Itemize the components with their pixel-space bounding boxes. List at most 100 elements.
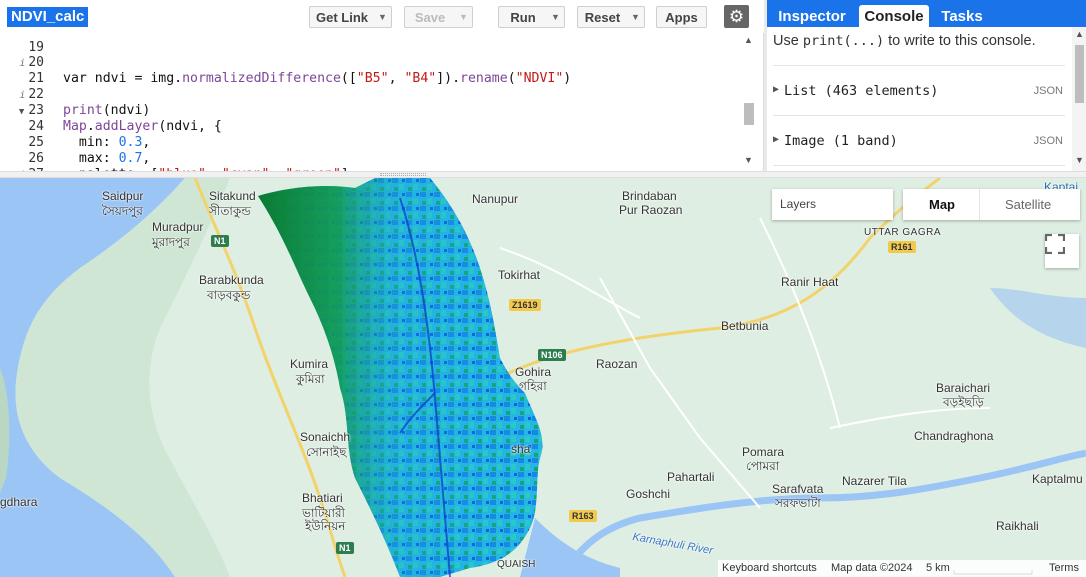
get-link-dropdown[interactable]: ▼ [374, 6, 392, 28]
console-hint: Use print(...) to write to this console. [773, 33, 1036, 49]
place-label: sha [511, 442, 531, 456]
chevron-down-icon: ▼ [378, 12, 387, 22]
script-title[interactable]: NDVI_calc [7, 7, 89, 27]
console-item[interactable]: ▶ List (463 elements) JSON [773, 83, 1065, 103]
place-label: কুমিরা [296, 372, 325, 386]
place-label: Betbunia [721, 319, 769, 333]
place-label: Bhatiari [302, 491, 343, 505]
map-type-map-button[interactable]: Map [929, 197, 955, 212]
place-label: মুরাদপুর [152, 235, 190, 249]
place-label: UTTAR GAGRA [864, 227, 941, 238]
terms-link[interactable]: Terms [1049, 562, 1079, 574]
map-type-satellite-button[interactable]: Satellite [1005, 197, 1051, 212]
place-label: Nazarer Tila [842, 474, 907, 488]
divider [979, 189, 980, 220]
get-link-button[interactable]: Get Link [309, 6, 375, 28]
code-toolbar: NDVI_calc Get Link ▼ Save ▼ Run ▼ Reset … [0, 0, 764, 33]
map-data-label: Map data ©2024 [831, 562, 913, 574]
scroll-down-icon[interactable]: ▼ [744, 155, 753, 165]
json-link[interactable]: JSON [1034, 135, 1063, 147]
map-type-control: Map Satellite [903, 189, 1080, 220]
place-label: ইউনিয়ন [305, 519, 346, 533]
code-area[interactable]: 19 i 20 var ndvi = img.normalizedDifferen… [0, 33, 740, 171]
scroll-thumb[interactable] [1075, 45, 1084, 103]
horizontal-splitter[interactable] [0, 171, 1086, 178]
divider [773, 115, 1065, 116]
gear-icon: ⚙ [728, 6, 745, 26]
apps-button[interactable]: Apps [656, 6, 707, 28]
right-panel: Inspector Console Tasks Use print(...) t… [767, 0, 1086, 171]
scroll-down-icon[interactable]: ▼ [1075, 155, 1084, 165]
json-link[interactable]: JSON [1034, 85, 1063, 97]
place-label: Ranir Haat [781, 275, 839, 289]
tab-console[interactable]: Console [859, 5, 929, 27]
place-label: QUAISH [497, 559, 536, 570]
expand-icon[interactable]: ▶ [773, 84, 779, 95]
place-label: Chandraghona [914, 429, 994, 443]
code-line: ▼ 23 Map.addLayer(ndvi, { [0, 87, 740, 134]
chevron-down-icon: ▼ [631, 12, 640, 22]
console-scrollbar[interactable]: ▲ ▼ [1072, 27, 1086, 171]
map-attribution: Keyboard shortcuts Map data ©2024 5 km T… [718, 560, 1086, 577]
save-dropdown[interactable]: ▼ [455, 6, 473, 28]
run-dropdown[interactable]: ▼ [547, 6, 565, 28]
divider [773, 65, 1065, 66]
settings-button[interactable]: ⚙ [724, 5, 749, 28]
place-label: Tokirhat [498, 268, 541, 282]
save-button[interactable]: Save [404, 6, 456, 28]
place-label: Sonaichh [300, 430, 351, 444]
scroll-up-icon[interactable]: ▲ [1075, 29, 1084, 39]
place-label: সৈয়দপুর [102, 204, 143, 218]
place-label: Raozan [596, 357, 638, 371]
road-shield: R163 [569, 510, 597, 522]
place-label: বাড়বকুন্ড [207, 288, 251, 302]
scroll-up-icon[interactable]: ▲ [744, 35, 753, 45]
drag-handle[interactable] [380, 173, 426, 176]
chevron-down-icon: ▼ [551, 12, 560, 22]
place-label: সোনাইছ [306, 445, 347, 459]
tab-inspector[interactable]: Inspector [773, 5, 851, 27]
place-label: Muradpur [152, 220, 204, 234]
scale-label[interactable]: 5 km [926, 562, 950, 574]
place-label: gdhara [0, 495, 38, 509]
place-label: সীতাকুন্ড [209, 204, 251, 218]
divider [773, 165, 1065, 166]
reset-button[interactable]: Reset [577, 6, 628, 28]
place-label: Pur Raozan [619, 203, 683, 217]
map-canvas[interactable]: Saidpur সৈয়দপুর Sitakund সীতাকুন্ড Mura… [0, 178, 1086, 577]
road-shield: N1 [211, 235, 229, 247]
place-label: পোমরা [746, 459, 780, 473]
place-label: Brindaban [622, 189, 677, 203]
place-label: বড়ইছড়ি [943, 395, 984, 409]
tab-tasks[interactable]: Tasks [937, 5, 987, 27]
run-button[interactable]: Run [498, 6, 548, 28]
place-label: Kumira [290, 357, 329, 371]
code-line: 24 min: 0.3, [0, 103, 740, 150]
console-item[interactable]: ▶ Image (1 band) JSON [773, 133, 1065, 153]
code-editor-panel: NDVI_calc Get Link ▼ Save ▼ Run ▼ Reset … [0, 0, 764, 171]
fullscreen-icon [1045, 234, 1065, 254]
chevron-down-icon: ▼ [459, 12, 468, 22]
expand-icon[interactable]: ▶ [773, 134, 779, 145]
keyboard-shortcuts-link[interactable]: Keyboard shortcuts [722, 562, 817, 574]
code-line: 21 [0, 55, 740, 86]
place-label: Sitakund [209, 189, 256, 203]
place-label: Saidpur [102, 189, 144, 203]
code-scrollbar[interactable]: ▲ ▼ [741, 33, 756, 171]
road-shield: R161 [888, 241, 916, 253]
code-line: 25 max: 0.7, [0, 119, 740, 166]
code-line: i 20 var ndvi = img.normalizedDifference(… [0, 39, 740, 86]
road-shield: N1 [336, 542, 354, 554]
place-label: Baraichari [936, 381, 991, 395]
place-label: Nanupur [472, 192, 519, 206]
reset-dropdown[interactable]: ▼ [627, 6, 645, 28]
scroll-thumb[interactable] [744, 103, 754, 125]
road-shield: N106 [538, 349, 566, 361]
fullscreen-button[interactable] [1045, 234, 1079, 268]
place-label: Sarafvata [772, 482, 824, 496]
code-line: i27 }, "NDVI") [0, 151, 740, 171]
place-label: Goshchi [626, 487, 671, 501]
place-label: Kaptalmu [1032, 472, 1083, 486]
place-label: Gohira [515, 365, 552, 379]
layers-control[interactable]: Layers [772, 189, 893, 220]
